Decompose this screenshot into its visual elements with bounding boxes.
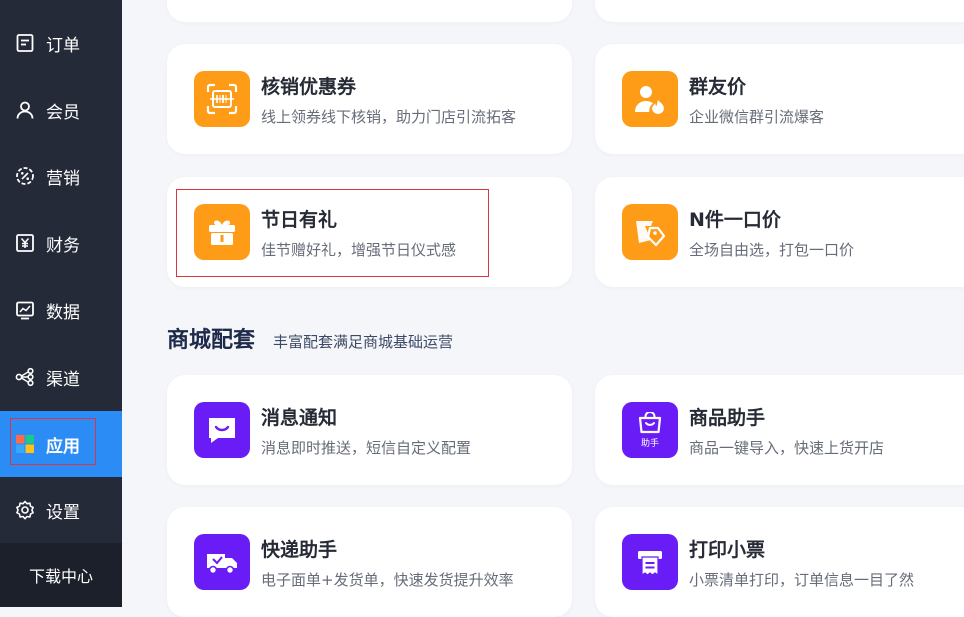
sidebar-item-members[interactable]: 会员: [0, 77, 122, 143]
settings-icon: [15, 500, 35, 520]
download-center-button[interactable]: 下载中心: [0, 543, 122, 607]
feature-card-group-price[interactable]: 群友价 企业微信群引流爆客: [595, 44, 964, 154]
order-icon: [15, 33, 35, 53]
feature-card-express-assistant[interactable]: 快递助手 电子面单+发货单，快速发货提升效率: [167, 507, 572, 617]
sidebar-item-data[interactable]: 数据: [0, 277, 122, 343]
sidebar-item-label: 会员: [46, 102, 80, 123]
card-title: 消息通知: [261, 407, 338, 429]
feature-card-bundle-price[interactable]: N件一口价 全场自由选，打包一口价: [595, 177, 964, 287]
card-description: 全场自由选，打包一口价: [689, 241, 855, 259]
sidebar-item-orders[interactable]: 订单: [0, 10, 122, 76]
gift-icon: [194, 204, 250, 260]
card-description: 小票清单打印，订单信息一目了然: [689, 571, 915, 589]
badge-label: 助手: [640, 438, 659, 449]
card-title: 节日有礼: [261, 209, 338, 231]
feature-card-product-assistant[interactable]: 助手 商品助手 商品一键导入，快速上货开店: [595, 375, 964, 485]
feature-card-coupon-verify[interactable]: 核销优惠券 线上领券线下核销，助力门店引流拓客: [167, 44, 572, 154]
sidebar-item-label: 渠道: [46, 369, 80, 390]
delivery-truck-icon: [194, 534, 250, 590]
card-description: 线上领券线下核销，助力门店引流拓客: [261, 108, 517, 126]
shopping-bag-icon: 助手: [622, 402, 678, 458]
feature-card-print-receipt[interactable]: 打印小票 小票清单打印，订单信息一目了然: [595, 507, 964, 617]
card-title: 快递助手: [261, 539, 338, 561]
card-title: 打印小票: [689, 539, 766, 561]
sidebar-item-marketing[interactable]: 营销: [0, 143, 122, 209]
sidebar-item-label: 设置: [46, 502, 80, 523]
card-description: 消息即时推送，短信自定义配置: [261, 439, 472, 457]
price-tag-icon: [622, 204, 678, 260]
coupon-scan-icon: [194, 71, 250, 127]
finance-icon: [15, 233, 35, 253]
message-icon: [194, 402, 250, 458]
feature-card-message-notification[interactable]: 消息通知 消息即时推送，短信自定义配置: [167, 375, 572, 485]
card-title: 商品助手: [689, 407, 766, 429]
feature-card-partial[interactable]: [167, 0, 572, 22]
sidebar-item-label: 财务: [46, 235, 80, 256]
sidebar-item-label: 订单: [46, 35, 80, 56]
sidebar-item-apps[interactable]: 应用: [0, 411, 122, 477]
section-title: 商城配套: [167, 328, 256, 353]
user-icon: [15, 100, 35, 120]
apps-icon: [15, 434, 35, 454]
feature-card-partial[interactable]: [595, 0, 964, 22]
feature-card-festival-gift[interactable]: 节日有礼 佳节赠好礼，增强节日仪式感: [167, 177, 572, 287]
sidebar-item-settings[interactable]: 设置: [0, 477, 122, 543]
sidebar-item-label: 营销: [46, 168, 80, 189]
card-description: 企业微信群引流爆客: [689, 108, 825, 126]
card-description: 商品一键导入，快速上货开店: [689, 439, 885, 457]
section-subtitle: 丰富配套满足商城基础运营: [273, 333, 454, 351]
card-title: 群友价: [689, 76, 747, 98]
card-description: 佳节赠好礼，增强节日仪式感: [261, 241, 457, 259]
channel-icon: [15, 367, 35, 387]
sidebar: 订单 会员 营销 财务 数据 渠道 应用 设置 下载中心: [0, 0, 122, 607]
marketing-icon: [15, 166, 35, 186]
data-icon: [15, 300, 35, 320]
sidebar-item-channels[interactable]: 渠道: [0, 344, 122, 410]
sidebar-item-label: 应用: [46, 436, 80, 457]
card-description: 电子面单+发货单，快速发货提升效率: [261, 571, 514, 589]
sidebar-item-label: 数据: [46, 302, 80, 323]
group-user-icon: [622, 71, 678, 127]
sidebar-item-finance[interactable]: 财务: [0, 210, 122, 276]
card-title: N件一口价: [689, 209, 781, 231]
printer-icon: [622, 534, 678, 590]
card-title: 核销优惠券: [261, 76, 357, 98]
